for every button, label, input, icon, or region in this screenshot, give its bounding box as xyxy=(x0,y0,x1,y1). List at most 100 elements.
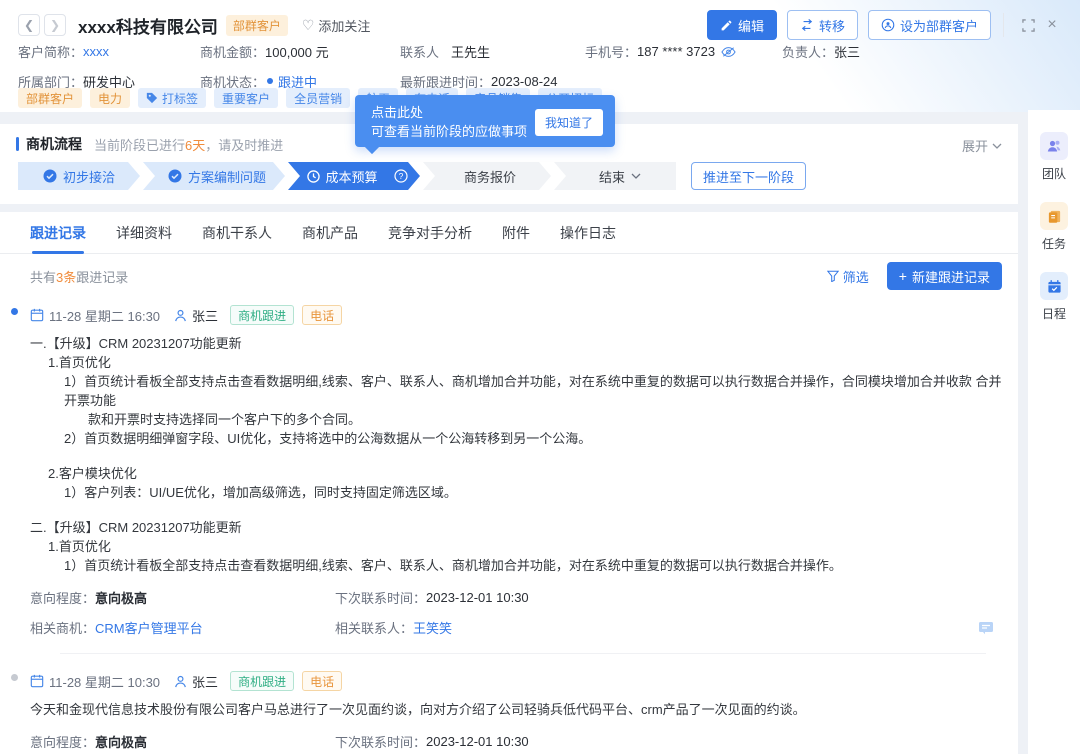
content-line: 1）首页统计看板全部支持点击查看数据明细,线索、客户、联系人、商机增加合并功能，… xyxy=(30,556,1002,575)
status-dot-icon xyxy=(267,78,273,84)
stage-quotation[interactable]: 商务报价 xyxy=(423,162,551,190)
stage-plan-draft[interactable]: 方案编制问题 xyxy=(143,162,285,190)
tag-group-customer[interactable]: 部群客户 xyxy=(18,88,82,108)
stage-guide-tooltip: 点击此处 可查看当前阶段的应做事项 我知道了 xyxy=(355,95,615,147)
follow-record: 11-28 星期二 10:30 张三 商机跟进 电话 今天和金现代信息技术股份有… xyxy=(0,664,1018,754)
record-channel-badge: 电话 xyxy=(302,671,342,691)
contact-label: 联系人 xyxy=(400,42,439,61)
content-line: 2）首页数据明细弹窗字段、UI优化，支持将选中的公海数据从一个公海转移到另一个公… xyxy=(30,429,1002,448)
comment-icon[interactable] xyxy=(978,621,1002,635)
phone-value: 187 **** 3723 xyxy=(637,44,715,59)
sidebar-label: 团队 xyxy=(1042,165,1066,182)
last-follow-value: 2023-08-24 xyxy=(491,74,558,89)
amount-value: 100,000 元 xyxy=(265,42,329,61)
user-icon xyxy=(174,675,187,688)
plus-icon: + xyxy=(899,268,907,284)
next-contact-label: 下次联系时间： xyxy=(335,588,426,607)
set-group-icon xyxy=(881,18,895,32)
list-toolbar: 共有3条跟进记录 筛选 + 新建跟进记录 xyxy=(0,254,1018,298)
tab-competitor-analysis[interactable]: 竞争对手分析 xyxy=(388,212,472,254)
related-contact-label: 相关联系人： xyxy=(335,618,413,637)
tab-bar: 跟进记录 详细资料 商机干系人 商机产品 竞争对手分析 附件 操作日志 xyxy=(0,212,1018,254)
phone-label: 手机号： xyxy=(585,42,637,61)
close-icon[interactable]: × xyxy=(1040,13,1064,37)
intent-label: 意向程度： xyxy=(30,732,95,751)
calendar-icon xyxy=(30,308,44,322)
sidebar-item-schedule[interactable]: 日程 xyxy=(1040,272,1068,322)
field-amount: 商机金额： 100,000 元 xyxy=(200,42,400,61)
field-owner: 负责人： 张三 xyxy=(782,42,1058,61)
transfer-button[interactable]: 转移 xyxy=(787,10,858,40)
fullscreen-icon[interactable] xyxy=(1016,13,1040,37)
tab-details[interactable]: 详细资料 xyxy=(116,212,172,254)
amount-label: 商机金额： xyxy=(200,42,265,61)
advance-stage-button[interactable]: 推进至下一阶段 xyxy=(691,162,806,190)
transfer-icon xyxy=(800,19,814,31)
tab-operation-log[interactable]: 操作日志 xyxy=(560,212,616,254)
sidebar-label: 任务 xyxy=(1042,235,1066,252)
content-line: 2.客户模块优化 xyxy=(30,464,1002,483)
customer-value[interactable]: xxxx xyxy=(83,44,109,59)
next-contact-value: 2023-12-01 10:30 xyxy=(426,590,529,605)
stage-end[interactable]: 结束 xyxy=(554,162,676,190)
timeline-dot xyxy=(11,308,18,315)
owner-label: 负责人： xyxy=(782,42,834,61)
timeline-dot xyxy=(11,674,18,681)
section-bar xyxy=(16,137,19,151)
task-icon xyxy=(1040,202,1068,230)
record-type-badge: 商机跟进 xyxy=(230,305,294,325)
stage-initial-contact[interactable]: 初步接洽 xyxy=(18,162,140,190)
content-line: 1.首页优化 xyxy=(30,353,1002,372)
record-content: 今天和金现代信息技术股份有限公司客户马总进行了一次见面约谈，向对方介绍了公司轻骑… xyxy=(30,694,1002,721)
check-circle-icon xyxy=(168,169,182,183)
stage-cost-budget[interactable]: 成本预算 ? xyxy=(288,162,420,190)
tab-stakeholders[interactable]: 商机干系人 xyxy=(202,212,272,254)
funnel-icon xyxy=(827,270,839,282)
sidebar-item-team[interactable]: 团队 xyxy=(1040,132,1068,182)
right-sidebar: 团队 任务 日程 xyxy=(1028,110,1080,754)
field-phone: 手机号： 187 **** 3723 xyxy=(585,42,782,61)
content-line: 一.【升级】CRM 20231207功能更新 xyxy=(30,334,1002,353)
record-count: 共有3条跟进记录 xyxy=(30,267,128,286)
transfer-label: 转移 xyxy=(819,16,845,35)
check-circle-icon xyxy=(43,169,57,183)
related-opportunity-link[interactable]: CRM客户管理平台 xyxy=(95,618,203,637)
new-follow-record-button[interactable]: + 新建跟进记录 xyxy=(887,262,1002,290)
sidebar-item-task[interactable]: 任务 xyxy=(1040,202,1068,252)
content-line: 今天和金现代信息技术股份有限公司客户马总进行了一次见面约谈，向对方介绍了公司轻骑… xyxy=(30,700,1002,719)
heart-icon: ♡ xyxy=(302,17,315,34)
set-group-customer-button[interactable]: 设为部群客户 xyxy=(868,10,991,40)
tag-marketing[interactable]: 全员营销 xyxy=(286,88,350,108)
chevron-down-icon xyxy=(992,143,1002,149)
tag-electric[interactable]: 电力 xyxy=(90,88,130,108)
expand-button[interactable]: 展开 xyxy=(962,136,1002,155)
customer-label: 客户简称： xyxy=(18,42,83,61)
edit-button[interactable]: 编辑 xyxy=(707,10,777,40)
record-divider xyxy=(60,653,986,654)
tab-attachments[interactable]: 附件 xyxy=(502,212,530,254)
tooltip-ok-button[interactable]: 我知道了 xyxy=(535,109,603,136)
related-contact-link[interactable]: 王笑笑 xyxy=(413,618,452,637)
team-icon xyxy=(1040,132,1068,160)
back-icon[interactable]: ❮ xyxy=(18,14,40,36)
tag-important[interactable]: 重要客户 xyxy=(214,88,278,108)
record-time: 11-28 星期二 10:30 xyxy=(49,672,160,691)
tag-icon xyxy=(146,92,158,104)
opportunity-detail-page: ❮ ❯ xxxx科技有限公司 部群客户 ♡ 添加关注 编辑 转移 设为部群客户 xyxy=(0,0,1080,754)
eye-off-icon[interactable] xyxy=(721,46,736,58)
intent-value: 意向极高 xyxy=(95,732,147,751)
record-type-badge: 商机跟进 xyxy=(230,671,294,691)
add-follow-button[interactable]: ♡ 添加关注 xyxy=(302,16,371,35)
tab-follow-records[interactable]: 跟进记录 xyxy=(30,212,86,254)
add-tag-button[interactable]: 打标签 xyxy=(138,88,206,108)
record-user: 张三 xyxy=(192,672,218,691)
content-line: 1）客户列表：UI/UE优化，增加高级筛选，同时支持固定筛选区域。 xyxy=(30,483,1002,502)
filter-button[interactable]: 筛选 xyxy=(827,267,869,286)
question-circle-icon[interactable]: ? xyxy=(394,169,408,183)
tab-products[interactable]: 商机产品 xyxy=(302,212,358,254)
main-card: 跟进记录 详细资料 商机干系人 商机产品 竞争对手分析 附件 操作日志 共有3条… xyxy=(0,212,1018,754)
forward-icon[interactable]: ❯ xyxy=(44,14,66,36)
field-contact: 联系人 王先生 xyxy=(400,42,585,61)
title-badge: 部群客户 xyxy=(226,15,288,36)
content-line: 二.【升级】CRM 20231207功能更新 xyxy=(30,518,1002,537)
